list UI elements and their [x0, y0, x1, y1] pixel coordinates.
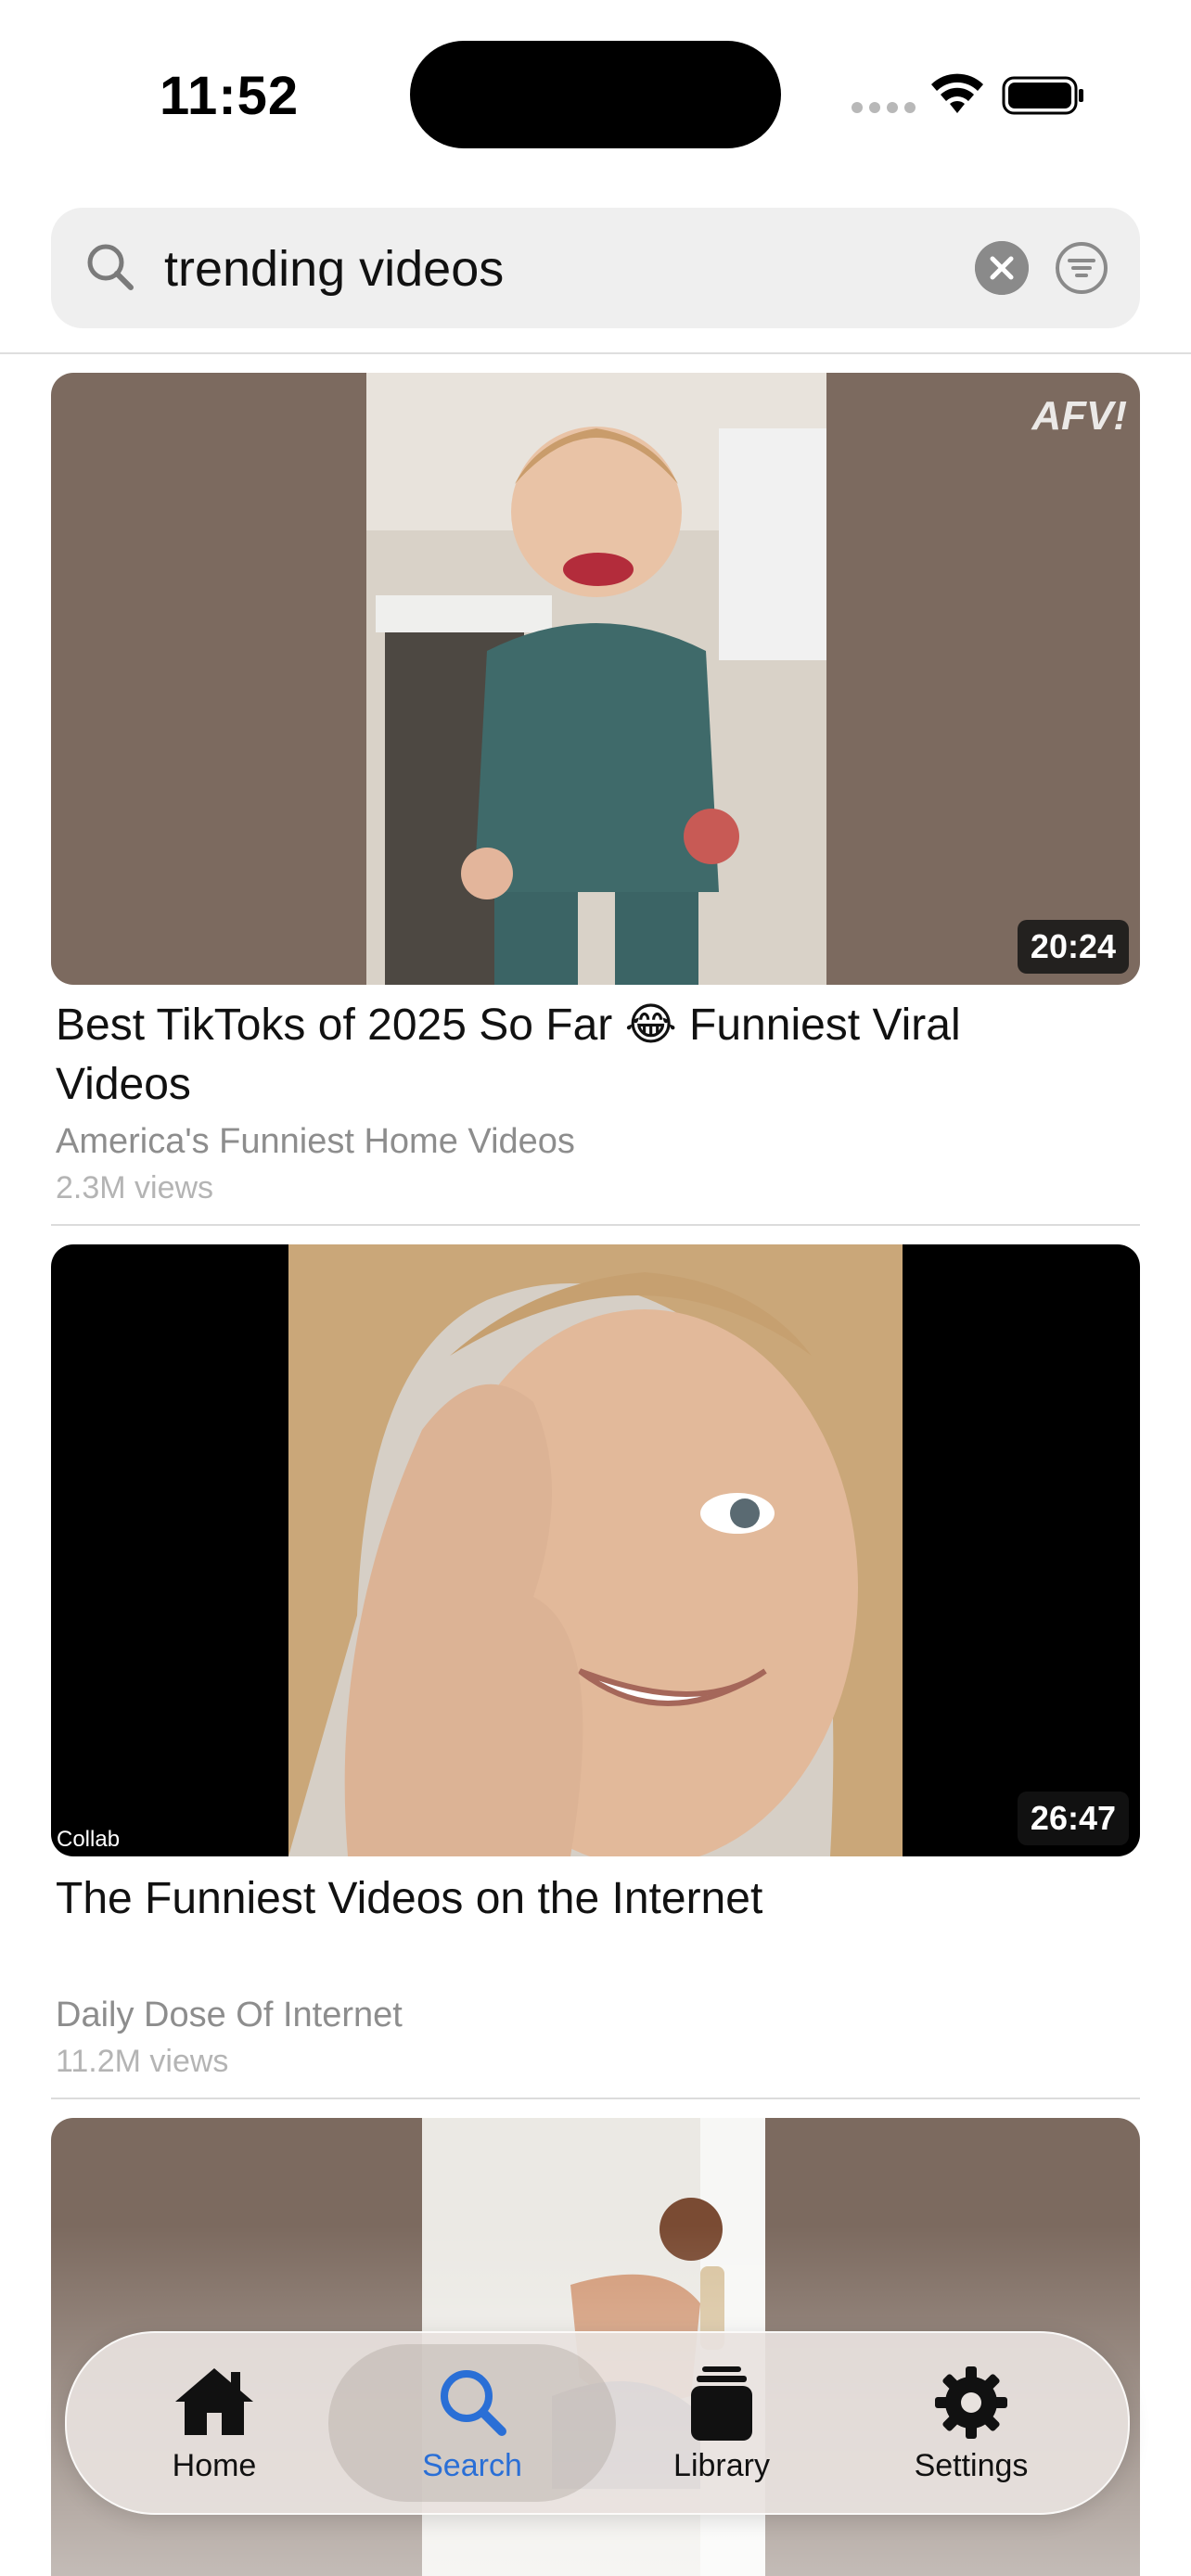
stack-icon: [691, 2366, 752, 2441]
tab-library[interactable]: Library: [596, 2333, 847, 2513]
clear-search-button[interactable]: [975, 241, 1029, 295]
search-bar[interactable]: trending videos: [51, 208, 1140, 328]
video-title[interactable]: Best TikToks of 2025 So Far 😂 Funniest V…: [56, 996, 1020, 1115]
channel-watermark: AFV!: [1031, 393, 1127, 439]
tab-search-label: Search: [422, 2448, 522, 2483]
video-duration: 26:47: [1017, 1792, 1129, 1845]
video-separator: [51, 2098, 1140, 2099]
search-divider: [0, 352, 1191, 354]
video-views: 2.3M views: [56, 1170, 214, 1205]
search-input[interactable]: trending videos: [164, 241, 504, 297]
video-thumbnail[interactable]: Collab 26:47: [51, 1244, 1140, 1856]
video-thumbnail-image: [288, 1244, 903, 1856]
collab-badge: Collab: [57, 1827, 121, 1852]
tab-home-label: Home: [172, 2448, 257, 2483]
tab-bar: Home Search Library Settings: [65, 2331, 1130, 2515]
status-time: 11:52: [160, 66, 300, 126]
video-duration: 20:24: [1017, 920, 1129, 974]
tab-home[interactable]: Home: [89, 2333, 339, 2513]
tab-search[interactable]: Search: [347, 2333, 597, 2513]
tab-settings-label: Settings: [914, 2448, 1029, 2483]
video-thumbnail-image: [366, 373, 826, 985]
dynamic-island: [410, 41, 781, 148]
video-thumbnail[interactable]: AFV! 20:24: [51, 373, 1140, 985]
gear-icon: [935, 2366, 1007, 2439]
tab-settings[interactable]: Settings: [846, 2333, 1096, 2513]
search-icon: [87, 244, 134, 290]
house-icon: [175, 2368, 253, 2435]
battery-icon: [1002, 76, 1083, 115]
filter-button[interactable]: [1055, 241, 1108, 295]
video-channel[interactable]: Daily Dose Of Internet: [56, 1996, 403, 2035]
video-title[interactable]: The Funniest Videos on the Internet: [56, 1869, 1020, 1929]
cellular-signal-icon: [852, 102, 916, 113]
video-channel[interactable]: America's Funniest Home Videos: [56, 1122, 575, 1162]
tab-library-label: Library: [673, 2448, 770, 2483]
status-bar: 11:52: [0, 0, 1191, 185]
video-views: 11.2M views: [56, 2044, 229, 2079]
magnifier-icon: [441, 2370, 506, 2436]
wifi-icon: [931, 73, 983, 113]
video-separator: [51, 1224, 1140, 1226]
